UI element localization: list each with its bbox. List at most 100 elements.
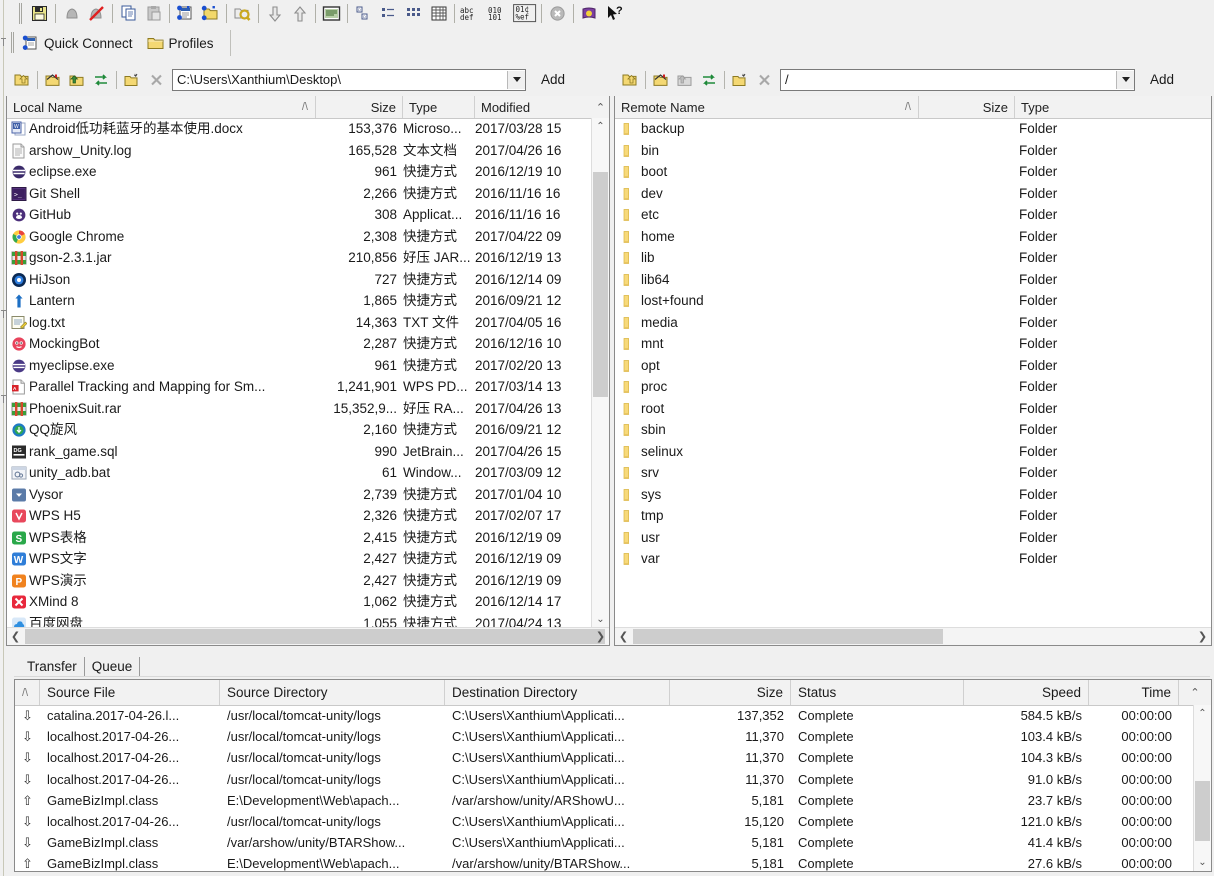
- transfer-col-dir[interactable]: /\: [15, 680, 40, 705]
- remote-list-item[interactable]: sys Folder: [615, 484, 1211, 506]
- home-folder-icon[interactable]: [41, 68, 65, 91]
- local-list-item[interactable]: P WPS演示 2,427 快捷方式 2016/12/19 09: [7, 570, 609, 592]
- remote-list-item[interactable]: lib64 Folder: [615, 269, 1211, 291]
- transfer-col-size[interactable]: Size: [670, 680, 791, 705]
- disconnect-all-icon[interactable]: [84, 2, 109, 25]
- view-brief-icon[interactable]: D D: [351, 2, 376, 25]
- quickbar-drag-handle[interactable]: [10, 32, 16, 53]
- local-col-size[interactable]: Size: [316, 96, 403, 118]
- local-rows[interactable]: W Android低功耗蓝牙的基本使用.docx 153,376 Microso...…: [7, 118, 609, 645]
- remote-list-item[interactable]: tmp Folder: [615, 505, 1211, 527]
- transfer-tabs[interactable]: Transfer Queue: [20, 656, 141, 676]
- remote-add-button[interactable]: Add: [1144, 69, 1180, 91]
- transfer-col-status[interactable]: Status: [791, 680, 964, 705]
- local-col-type[interactable]: Type: [403, 96, 475, 118]
- remote-list-item[interactable]: media Folder: [615, 312, 1211, 334]
- local-new-window-icon[interactable]: [173, 2, 198, 25]
- delete-icon[interactable]: [144, 68, 168, 91]
- local-list-item[interactable]: GitHub 308 Applicat... 2016/11/16 16: [7, 204, 609, 226]
- transfer-list[interactable]: /\ Source File Source Directory Destination…: [14, 679, 1212, 872]
- local-horizontal-scrollbar[interactable]: ❮ ❯: [7, 627, 609, 645]
- remote-list-item[interactable]: dev Folder: [615, 183, 1211, 205]
- copy-icon[interactable]: [116, 2, 141, 25]
- transfer-binary-icon[interactable]: 010 101: [486, 2, 512, 25]
- remote-list-item[interactable]: home Folder: [615, 226, 1211, 248]
- transfer-col-speed[interactable]: Speed: [964, 680, 1089, 705]
- scroll-down-icon[interactable]: ⌄: [1194, 854, 1211, 871]
- local-list-item[interactable]: Google Chrome 2,308 快捷方式 2017/04/22 09: [7, 226, 609, 248]
- local-list-item[interactable]: eclipse.exe 961 快捷方式 2016/12/19 10: [7, 161, 609, 183]
- transfer-auto-icon[interactable]: 01¢ %ef: [512, 2, 538, 25]
- transfer-vertical-scrollbar[interactable]: ⌃ ⌄: [1193, 705, 1211, 871]
- remote-hscroll-thumb[interactable]: [633, 629, 943, 644]
- local-list-item[interactable]: arshow_Unity.log 165,528 文本文档 2017/04/26 16: [7, 140, 609, 162]
- remote-list-item[interactable]: var Folder: [615, 548, 1211, 570]
- quick-connect-button[interactable]: Quick Connect: [18, 31, 143, 55]
- transfer-row[interactable]: ⇧ GameBizImpl.class E:\Development\Web\apa…: [15, 790, 1211, 811]
- local-hscroll-thumb[interactable]: [25, 629, 605, 644]
- remote-list-item[interactable]: opt Folder: [615, 355, 1211, 377]
- transfer-row[interactable]: ⇧ GameBizImpl.class E:\Development\Web\apa…: [15, 853, 1211, 871]
- local-list-item[interactable]: >_ Git Shell 2,266 快捷方式 2016/11/16 16: [7, 183, 609, 205]
- remote-list-item[interactable]: root Folder: [615, 398, 1211, 420]
- local-header-overflow[interactable]: ⌃: [592, 96, 609, 118]
- stop-icon[interactable]: [545, 2, 570, 25]
- chevron-down-icon[interactable]: [1116, 70, 1134, 89]
- local-list-item[interactable]: MockingBot 2,287 快捷方式 2016/12/16 10: [7, 333, 609, 355]
- local-list-item[interactable]: XMind 8 1,062 快捷方式 2016/12/14 17: [7, 591, 609, 613]
- local-list-item[interactable]: gson-2.3.1.jar 210,856 好压 JAR... 2016/12/19…: [7, 247, 609, 269]
- transfer-tab-transfer[interactable]: Transfer: [20, 657, 85, 676]
- scroll-left-icon[interactable]: ❮: [615, 628, 632, 645]
- remote-list-item[interactable]: backup Folder: [615, 118, 1211, 140]
- toolbar-gripper-top[interactable]: [0, 38, 7, 47]
- download-arrow-icon[interactable]: [262, 2, 287, 25]
- context-help-icon[interactable]: ?: [602, 2, 627, 25]
- local-vertical-scrollbar[interactable]: ⌃ ⌄: [591, 118, 609, 628]
- transfer-row[interactable]: ⇩ catalina.2017-04-26.l... /usr/local/tomc…: [15, 705, 1211, 726]
- save-session-icon[interactable]: [27, 2, 52, 25]
- local-list-item[interactable]: HiJson 727 快捷方式 2016/12/14 09: [7, 269, 609, 291]
- refresh-folder-icon[interactable]: [65, 68, 89, 91]
- remote-list-item[interactable]: srv Folder: [615, 462, 1211, 484]
- remote-list-item[interactable]: selinux Folder: [615, 441, 1211, 463]
- remote-list-item[interactable]: boot Folder: [615, 161, 1211, 183]
- remote-file-list[interactable]: Remote Name /\ Size Type backup Folder bin…: [614, 96, 1212, 646]
- local-list-item[interactable]: DG rank_game.sql 990 JetBrain... 2017/04/26 …: [7, 441, 609, 463]
- remote-col-type[interactable]: Type: [1015, 96, 1194, 118]
- local-list-item[interactable]: log.txt 14,363 TXT 文件 2017/04/05 16: [7, 312, 609, 334]
- local-scroll-thumb[interactable]: [593, 172, 608, 397]
- remote-new-window-icon[interactable]: [198, 2, 223, 25]
- view-list-icon[interactable]: [376, 2, 401, 25]
- refresh-folder-icon[interactable]: [673, 68, 697, 91]
- transfer-header-overflow[interactable]: ⌃: [1179, 680, 1211, 705]
- remote-path-value[interactable]: /: [781, 71, 1116, 89]
- remote-list-item[interactable]: lib Folder: [615, 247, 1211, 269]
- remote-col-name[interactable]: Remote Name /\: [615, 96, 919, 118]
- scroll-right-icon[interactable]: ❯: [592, 628, 609, 645]
- local-list-item[interactable]: WPS H5 2,326 快捷方式 2017/02/07 17: [7, 505, 609, 527]
- transfer-col-source_file[interactable]: Source File: [40, 680, 220, 705]
- view-details-icon[interactable]: [401, 2, 426, 25]
- profiles-button[interactable]: Profiles: [143, 31, 224, 55]
- local-col-name[interactable]: Local Name /\: [7, 96, 316, 118]
- local-list-item[interactable]: W WPS文字 2,427 快捷方式 2016/12/19 09: [7, 548, 609, 570]
- transfer-row[interactable]: ⇩ localhost.2017-04-26... /usr/local/tomca…: [15, 769, 1211, 790]
- transfer-row[interactable]: ⇩ GameBizImpl.class/var/arshow/unity/BTAR…: [15, 832, 1211, 853]
- disconnect-icon[interactable]: [59, 2, 84, 25]
- local-list-item[interactable]: PhoenixSuit.rar 15,352,9... 好压 RA... 2017/0…: [7, 398, 609, 420]
- remote-list-item[interactable]: lost+found Folder: [615, 290, 1211, 312]
- toolbar-drag-handle[interactable]: [18, 3, 24, 24]
- scroll-up-icon[interactable]: ⌃: [592, 118, 609, 135]
- local-list-item[interactable]: unity_adb.bat 61 Window... 2017/03/09 12: [7, 462, 609, 484]
- find-files-icon[interactable]: [230, 2, 255, 25]
- remote-horizontal-scrollbar[interactable]: ❮ ❯: [615, 627, 1211, 645]
- transfer-scroll-thumb[interactable]: [1195, 781, 1210, 841]
- sync-browsing-icon[interactable]: [89, 68, 113, 91]
- transfer-text-icon[interactable]: abc def: [458, 2, 486, 25]
- new-folder-icon[interactable]: [728, 68, 752, 91]
- remote-list-item[interactable]: bin Folder: [615, 140, 1211, 162]
- scroll-down-icon[interactable]: ⌄: [592, 611, 609, 628]
- transfer-row[interactable]: ⇩ localhost.2017-04-26... /usr/local/tomca…: [15, 811, 1211, 832]
- delete-icon[interactable]: [752, 68, 776, 91]
- remote-list-item[interactable]: usr Folder: [615, 527, 1211, 549]
